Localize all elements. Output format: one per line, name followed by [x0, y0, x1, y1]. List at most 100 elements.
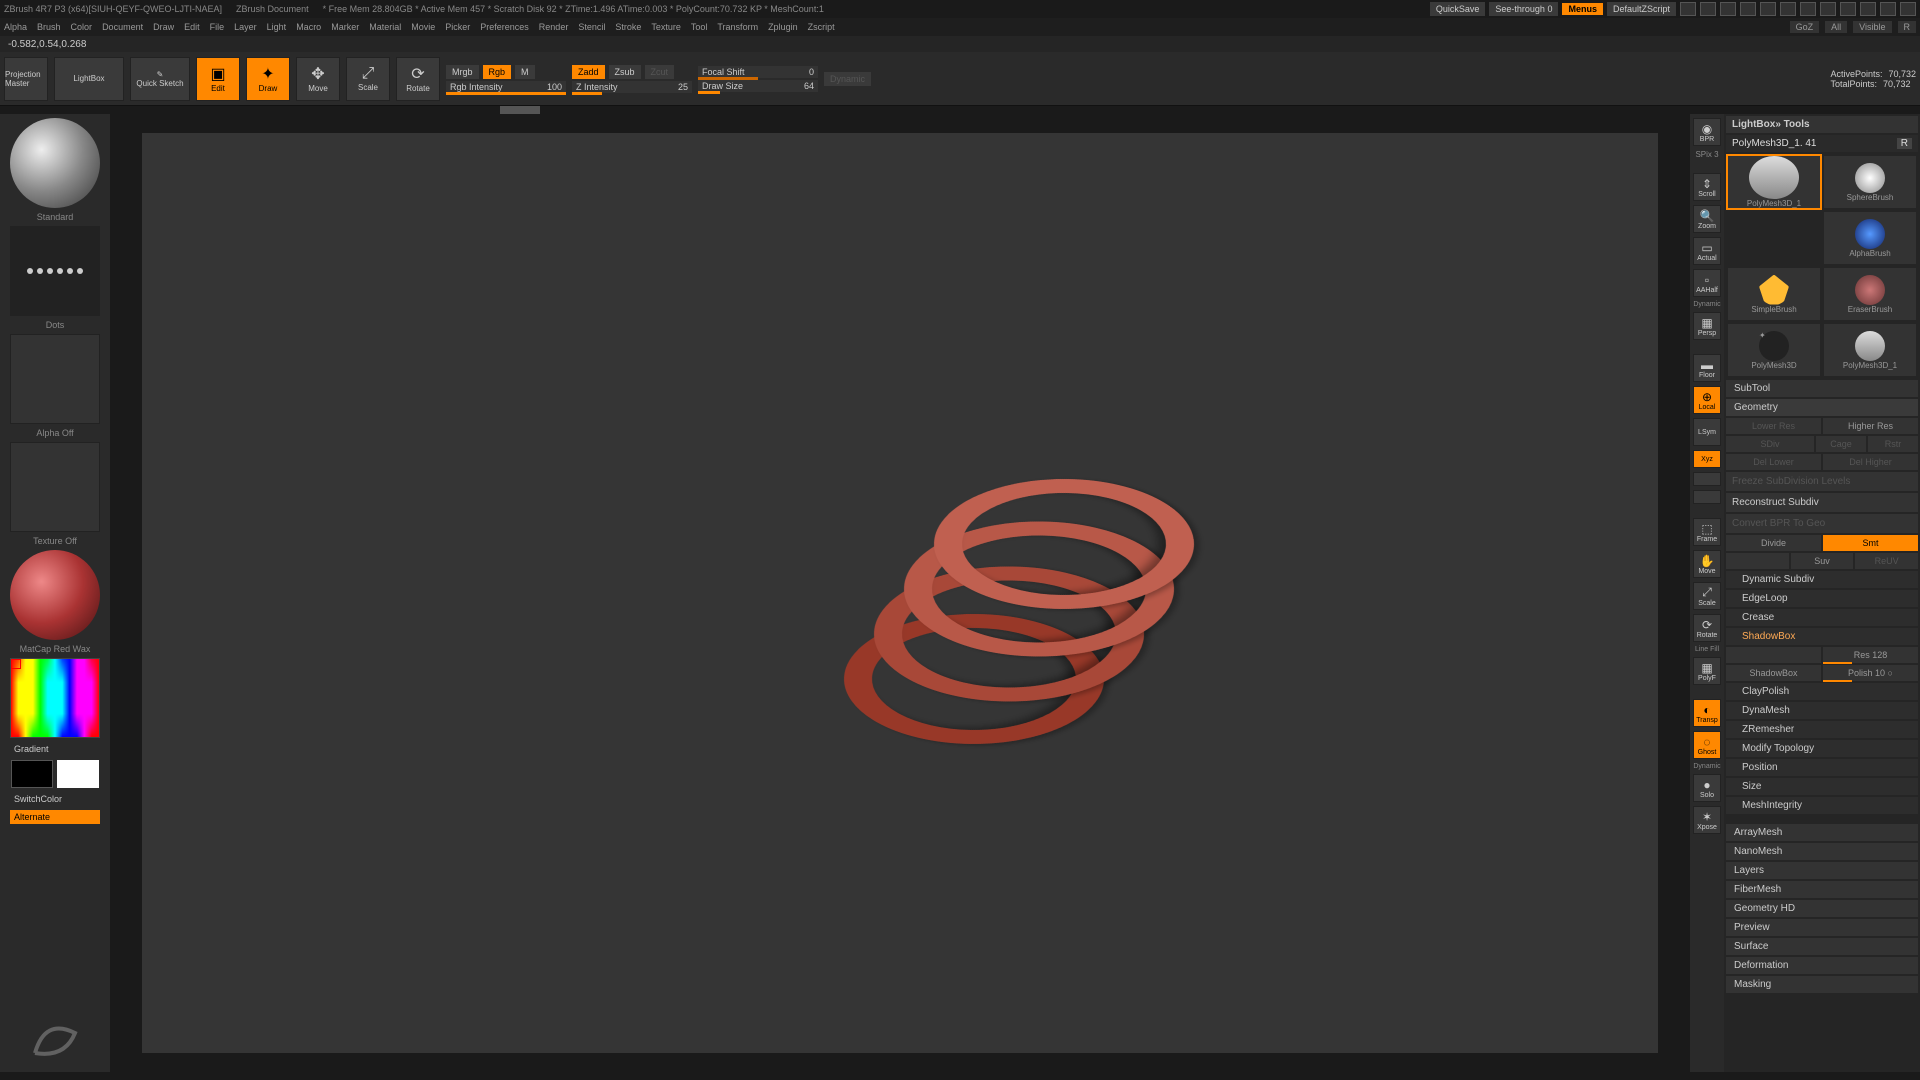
- menu-macro[interactable]: Macro: [296, 22, 321, 32]
- divider-icon[interactable]: [1720, 2, 1736, 16]
- menu-draw[interactable]: Draw: [153, 22, 174, 32]
- alpha-preview[interactable]: [10, 334, 100, 424]
- texture-preview[interactable]: [10, 442, 100, 532]
- pin-icon[interactable]: [1800, 2, 1816, 16]
- collapse-icon[interactable]: [1840, 2, 1856, 16]
- solo-button[interactable]: ●Solo: [1693, 774, 1721, 802]
- close-button[interactable]: [1900, 2, 1916, 16]
- higherres-button[interactable]: Higher Res: [1823, 418, 1918, 434]
- menu-edit[interactable]: Edit: [184, 22, 200, 32]
- menu-layer[interactable]: Layer: [234, 22, 257, 32]
- frame-button[interactable]: ⬚Frame: [1693, 518, 1721, 546]
- delhigher-button[interactable]: Del Higher: [1823, 454, 1918, 470]
- r-toggle[interactable]: R: [1897, 138, 1912, 149]
- mrgb-button[interactable]: Mrgb: [446, 65, 479, 79]
- position-section[interactable]: Position: [1726, 759, 1918, 776]
- gradient-button[interactable]: Gradient: [10, 742, 100, 756]
- viewport[interactable]: [142, 133, 1659, 1053]
- menu-document[interactable]: Document: [102, 22, 143, 32]
- rgb-button[interactable]: Rgb: [483, 65, 512, 79]
- polish-slider[interactable]: Polish 10 ○: [1823, 665, 1918, 681]
- tool-sphere[interactable]: SphereBrush: [1824, 156, 1916, 208]
- claypolish-section[interactable]: ClayPolish: [1726, 683, 1918, 700]
- menu-zscript[interactable]: Zscript: [808, 22, 835, 32]
- quicksave-button[interactable]: QuickSave: [1430, 2, 1486, 16]
- menu-stencil[interactable]: Stencil: [578, 22, 605, 32]
- switchcolor-button[interactable]: SwitchColor: [10, 792, 100, 806]
- quicksketch-button[interactable]: ✎Quick Sketch: [130, 57, 190, 101]
- res-slider[interactable]: Res 128: [1823, 647, 1918, 663]
- size-section[interactable]: Size: [1726, 778, 1918, 795]
- shadowbox-button[interactable]: ShadowBox: [1726, 665, 1821, 681]
- menu-tool[interactable]: Tool: [691, 22, 708, 32]
- masking-section[interactable]: Masking: [1726, 976, 1918, 993]
- menu-zplugin[interactable]: Zplugin: [768, 22, 798, 32]
- zsub-button[interactable]: Zsub: [609, 65, 641, 79]
- reconstruct-button[interactable]: Reconstruct Subdiv: [1726, 493, 1918, 512]
- r-button[interactable]: R: [1898, 21, 1917, 33]
- z-intensity-slider[interactable]: Z Intensity 25: [572, 81, 692, 93]
- goz-button[interactable]: GoZ: [1790, 21, 1820, 33]
- tool-polymesh-1[interactable]: PolyMesh3D_1: [1824, 324, 1916, 376]
- tool-alpha[interactable]: AlphaBrush: [1824, 212, 1916, 264]
- menu-color[interactable]: Color: [71, 22, 93, 32]
- scroll-button[interactable]: ⇕Scroll: [1693, 173, 1721, 201]
- rstr-button[interactable]: Rstr: [1868, 436, 1918, 452]
- seethrough-slider[interactable]: See-through 0: [1489, 2, 1558, 16]
- menu-transform[interactable]: Transform: [717, 22, 758, 32]
- stroke-preview[interactable]: [10, 226, 100, 316]
- tool-polymesh[interactable]: ✦PolyMesh3D: [1728, 324, 1820, 376]
- bpr-button[interactable]: ◉BPR: [1693, 118, 1721, 146]
- nanomesh-section[interactable]: NanoMesh: [1726, 843, 1918, 860]
- actual-button[interactable]: ▭Actual: [1693, 237, 1721, 265]
- reuv-button[interactable]: ReUV: [1855, 553, 1918, 569]
- deformation-section[interactable]: Deformation: [1726, 957, 1918, 974]
- tool-name[interactable]: PolyMesh3D_1. 41R: [1726, 135, 1918, 152]
- lightbox-header[interactable]: LightBox» Tools: [1726, 116, 1918, 133]
- edgeloop-section[interactable]: EdgeLoop: [1726, 590, 1918, 607]
- maximize-button[interactable]: [1880, 2, 1896, 16]
- lowerres-button[interactable]: Lower Res: [1726, 418, 1821, 434]
- suv-button[interactable]: Suv: [1791, 553, 1854, 569]
- menu-preferences[interactable]: Preferences: [480, 22, 529, 32]
- menu-brush[interactable]: Brush: [37, 22, 61, 32]
- tool-simple[interactable]: SimpleBrush: [1728, 268, 1820, 320]
- arraymesh-section[interactable]: ArrayMesh: [1726, 824, 1918, 841]
- lsym-button[interactable]: LSym: [1693, 418, 1721, 446]
- menu-stroke[interactable]: Stroke: [615, 22, 641, 32]
- draw-size-slider[interactable]: Draw Size 64: [698, 80, 818, 92]
- menu-file[interactable]: File: [210, 22, 225, 32]
- zcut-button[interactable]: Zcut: [645, 65, 675, 79]
- focal-shift-slider[interactable]: Focal Shift 0: [698, 66, 818, 78]
- divider-icon[interactable]: [1680, 2, 1696, 16]
- xyz-button[interactable]: Xyz: [1693, 450, 1721, 468]
- menu-render[interactable]: Render: [539, 22, 569, 32]
- dellower-button[interactable]: Del Lower: [1726, 454, 1821, 470]
- move-view-button[interactable]: ✋Move: [1693, 550, 1721, 578]
- dynamesh-section[interactable]: DynaMesh: [1726, 702, 1918, 719]
- geometry-section[interactable]: Geometry: [1726, 399, 1918, 416]
- local-button[interactable]: ⊕Local: [1693, 386, 1721, 414]
- divider-icon[interactable]: [1700, 2, 1716, 16]
- fibermesh-section[interactable]: FiberMesh: [1726, 881, 1918, 898]
- zremesher-section[interactable]: ZRemesher: [1726, 721, 1918, 738]
- menu-movie[interactable]: Movie: [411, 22, 435, 32]
- smt-button[interactable]: Smt: [1823, 535, 1918, 551]
- divider-icon[interactable]: [1740, 2, 1756, 16]
- primary-color-swatch[interactable]: [57, 760, 99, 788]
- projection-master-button[interactable]: Projection Master: [4, 57, 48, 101]
- color-picker[interactable]: [10, 658, 100, 738]
- meshint-section[interactable]: MeshIntegrity: [1726, 797, 1918, 814]
- polyf-button[interactable]: ▦PolyF: [1693, 657, 1721, 685]
- transp-button[interactable]: ◐Transp: [1693, 699, 1721, 727]
- visible-button[interactable]: Visible: [1853, 21, 1891, 33]
- aahalf-button[interactable]: ▫AAHalf: [1693, 269, 1721, 297]
- help-icon[interactable]: [1760, 2, 1776, 16]
- spix-label[interactable]: SPix 3: [1695, 150, 1718, 159]
- rgb-intensity-slider[interactable]: Rgb Intensity 100: [446, 81, 566, 93]
- menu-texture[interactable]: Texture: [651, 22, 681, 32]
- secondary-color-swatch[interactable]: [11, 760, 53, 788]
- m-button[interactable]: M: [515, 65, 535, 79]
- lightbox-button[interactable]: LightBox: [54, 57, 124, 101]
- move-button[interactable]: ✥Move: [296, 57, 340, 101]
